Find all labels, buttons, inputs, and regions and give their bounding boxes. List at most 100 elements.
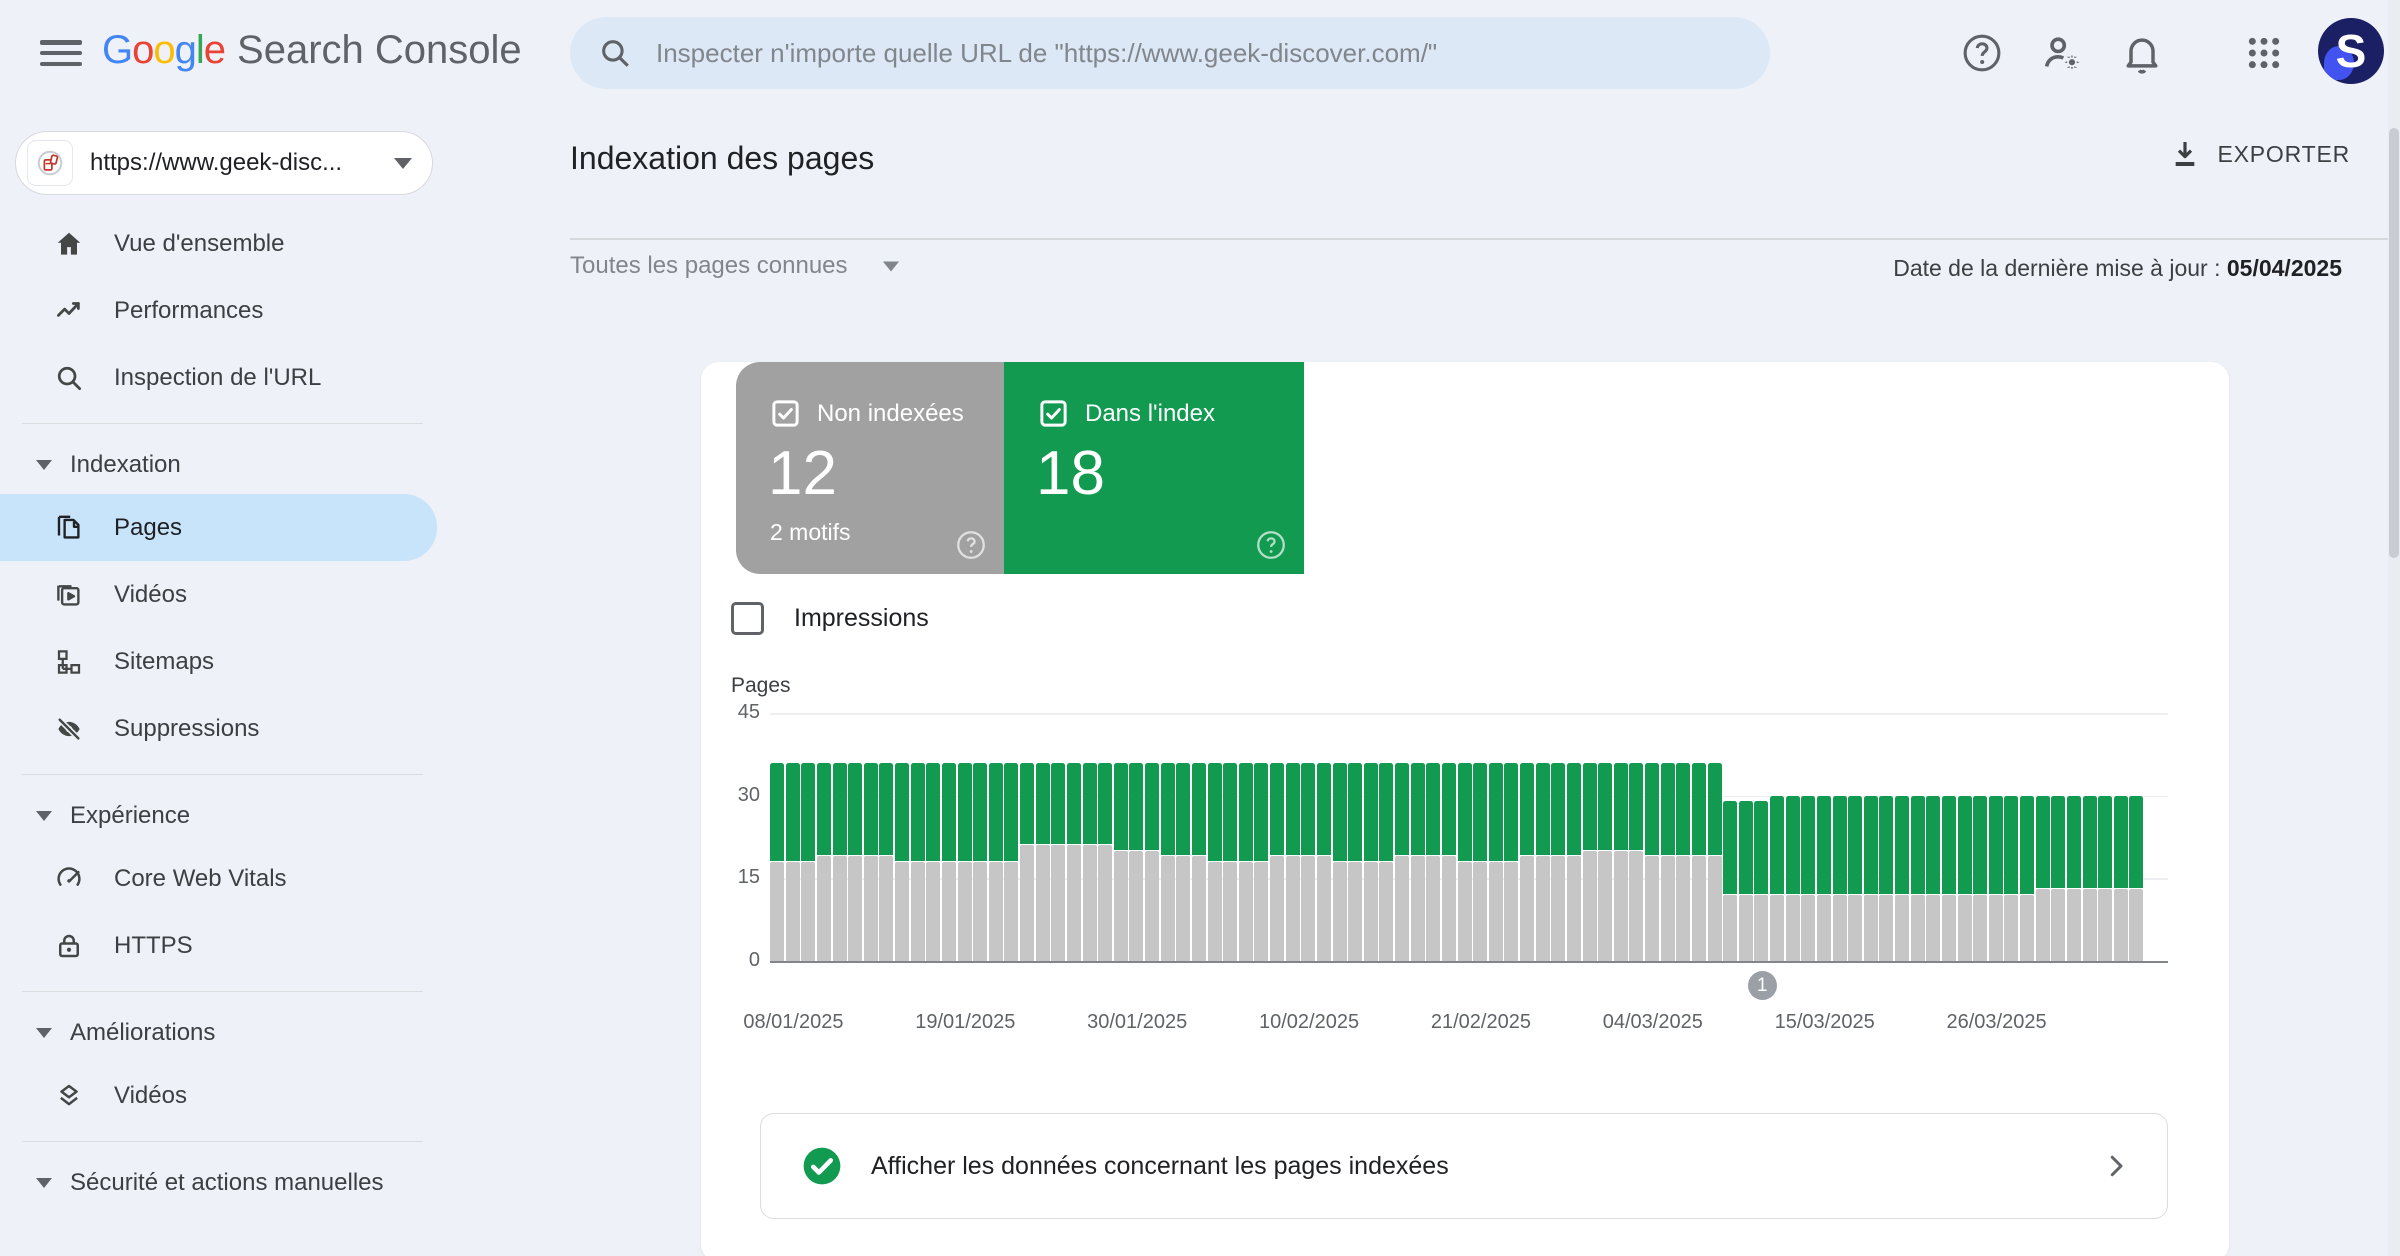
chart-bar[interactable] <box>2083 713 2097 961</box>
chart-bar[interactable] <box>1583 713 1597 961</box>
chart-bar[interactable] <box>1864 713 1878 961</box>
chart-bar[interactable] <box>2098 713 2112 961</box>
chart-bar[interactable] <box>1645 713 1659 961</box>
view-indexed-data-link[interactable]: Afficher les données concernant les page… <box>760 1113 2168 1219</box>
chart-bar[interactable] <box>1176 713 1190 961</box>
chart-bar[interactable] <box>1973 713 1987 961</box>
chart-bar[interactable] <box>1458 713 1472 961</box>
chart-bar[interactable] <box>1848 713 1862 961</box>
chart-bar[interactable] <box>1067 713 1081 961</box>
sidebar-section-securite-et-actions-manuelles[interactable]: Sécurité et actions manuelles <box>0 1154 445 1212</box>
chart-bar[interactable] <box>1051 713 1065 961</box>
chart-bar[interactable] <box>1520 713 1534 961</box>
chart-bar[interactable] <box>1942 713 1956 961</box>
chart-bar[interactable] <box>2004 713 2018 961</box>
chart-bar[interactable] <box>2020 713 2034 961</box>
page-filter-dropdown[interactable]: Toutes les pages connues <box>570 252 900 280</box>
chart-bar[interactable] <box>2036 713 2050 961</box>
sidebar-section-ameliorations[interactable]: Améliorations <box>0 1004 445 1062</box>
chart-bar[interactable] <box>958 713 972 961</box>
chart-bar[interactable] <box>1629 713 1643 961</box>
chart-bar[interactable] <box>1426 713 1440 961</box>
sidebar-section-indexation[interactable]: Indexation <box>0 436 445 494</box>
notifications-icon[interactable] <box>2118 29 2166 77</box>
chart-bar[interactable] <box>1598 713 1612 961</box>
sidebar-item-vue-d-ensemble[interactable]: Vue d'ensemble <box>0 210 445 277</box>
chart-bar[interactable] <box>1317 713 1331 961</box>
chart-bar[interactable] <box>895 713 909 961</box>
chart-bar[interactable] <box>1301 713 1315 961</box>
help-icon[interactable] <box>1958 29 2006 77</box>
chart-bar[interactable] <box>1614 713 1628 961</box>
chart-bar[interactable] <box>848 713 862 961</box>
chart-bar[interactable] <box>1020 713 1034 961</box>
chart-bar[interactable] <box>1770 713 1784 961</box>
chart-bar[interactable] <box>1739 713 1753 961</box>
chart-bar[interactable] <box>1926 713 1940 961</box>
sidebar-item-core-web-vitals[interactable]: Core Web Vitals <box>0 845 445 912</box>
chart-bar[interactable] <box>1442 713 1456 961</box>
export-button[interactable]: EXPORTER <box>2169 138 2350 170</box>
chart-bar[interactable] <box>1098 713 1112 961</box>
chart-bar[interactable] <box>1895 713 1909 961</box>
chart-bar[interactable] <box>1223 713 1237 961</box>
chart-bar[interactable] <box>1286 713 1300 961</box>
chart-bar[interactable] <box>1879 713 1893 961</box>
chart-bar[interactable] <box>1239 713 1253 961</box>
chart-bar[interactable] <box>973 713 987 961</box>
sidebar-item-performances[interactable]: Performances <box>0 277 445 344</box>
chart-bar[interactable] <box>926 713 940 961</box>
sidebar-item-videos[interactable]: Vidéos <box>0 561 445 628</box>
chart-bar[interactable] <box>1161 713 1175 961</box>
chart-bar[interactable] <box>786 713 800 961</box>
chart-bar[interactable] <box>1661 713 1675 961</box>
chart-bar[interactable] <box>1708 713 1722 961</box>
property-selector[interactable]: https://www.geek-disc... <box>15 131 433 195</box>
chart-bar[interactable] <box>1833 713 1847 961</box>
chart-bar[interactable] <box>879 713 893 961</box>
chart-bar[interactable] <box>2129 713 2143 961</box>
chart-bar[interactable] <box>1379 713 1393 961</box>
sidebar-item-videos[interactable]: Vidéos <box>0 1062 445 1129</box>
chart-bar[interactable] <box>1754 713 1768 961</box>
chart-bar[interactable] <box>1489 713 1503 961</box>
chart-bar[interactable] <box>1692 713 1706 961</box>
url-inspect-searchbar[interactable] <box>570 17 1770 89</box>
sidebar-item-pages[interactable]: Pages <box>0 494 437 561</box>
chart-bar[interactable] <box>1411 713 1425 961</box>
chart-bar[interactable] <box>1348 713 1362 961</box>
chart-bar[interactable] <box>1254 713 1268 961</box>
chart-bar[interactable] <box>1004 713 1018 961</box>
scrollbar-thumb[interactable] <box>2389 128 2399 558</box>
chart-bar[interactable] <box>1473 713 1487 961</box>
chart-bar[interactable] <box>2114 713 2128 961</box>
manage-users-icon[interactable] <box>2038 29 2086 77</box>
sidebar-section-experience[interactable]: Expérience <box>0 787 445 845</box>
chart-bar[interactable] <box>1989 713 2003 961</box>
search-input[interactable] <box>654 37 1742 70</box>
chart-bar[interactable] <box>1036 713 1050 961</box>
chart-bar[interactable] <box>1958 713 1972 961</box>
sidebar-item-inspection-de-l-url[interactable]: Inspection de l'URL <box>0 344 445 411</box>
chart-bar[interactable] <box>1114 713 1128 961</box>
apps-grid-icon[interactable] <box>2240 29 2288 77</box>
chart-bar[interactable] <box>817 713 831 961</box>
chart-bar[interactable] <box>2051 713 2065 961</box>
chart-bar[interactable] <box>1567 713 1581 961</box>
chart-bar[interactable] <box>1192 713 1206 961</box>
chart-bar[interactable] <box>1083 713 1097 961</box>
chart-bar[interactable] <box>1551 713 1565 961</box>
chart-bar[interactable] <box>942 713 956 961</box>
chart-bar[interactable] <box>1801 713 1815 961</box>
sidebar-item-sitemaps[interactable]: Sitemaps <box>0 628 445 695</box>
chart-bar[interactable] <box>1270 713 1284 961</box>
chart-bar[interactable] <box>1911 713 1925 961</box>
chart-bar[interactable] <box>801 713 815 961</box>
sidebar-item-https[interactable]: HTTPS <box>0 912 445 979</box>
hamburger-menu-icon[interactable] <box>40 34 82 72</box>
chart-bar[interactable] <box>1364 713 1378 961</box>
chart-annotation-marker[interactable]: 1 <box>1748 971 1777 1000</box>
scrollbar[interactable] <box>2388 0 2400 1256</box>
chart-bar[interactable] <box>770 713 784 961</box>
chart-bar[interactable] <box>1676 713 1690 961</box>
